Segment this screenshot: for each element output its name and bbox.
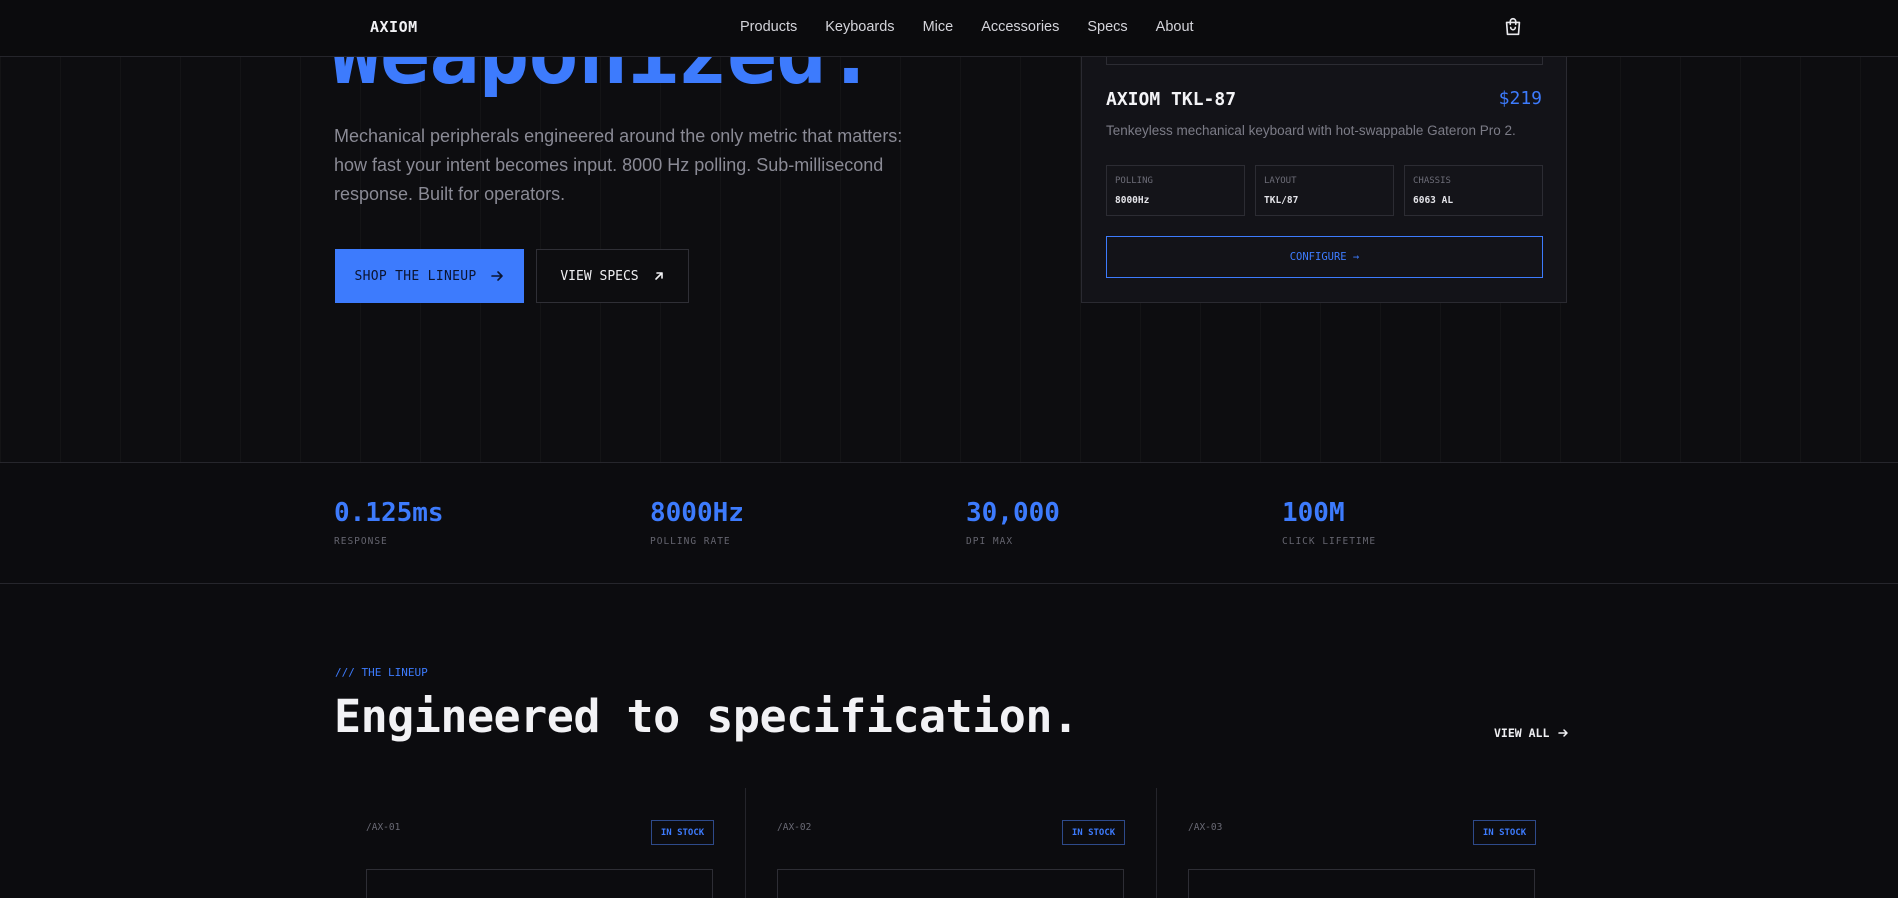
spec-label: LAYOUT xyxy=(1264,176,1297,186)
product-card[interactable]: /AX-01 IN STOCK xyxy=(334,788,746,898)
spec-layout: LAYOUT TKL/87 xyxy=(1255,165,1394,216)
stat-value: 100M xyxy=(1282,498,1345,528)
arrow-right-icon xyxy=(491,271,504,281)
view-specs-button[interactable]: VIEW SPECS xyxy=(536,249,689,303)
spec-value: TKL/87 xyxy=(1264,195,1299,206)
nav-link-keyboards[interactable]: Keyboards xyxy=(825,19,894,35)
stat-dpi-max: 30,000 DPI MAX xyxy=(966,498,1060,547)
view-all-link[interactable]: VIEW ALL xyxy=(1494,726,1569,740)
stat-click-lifetime: 100M CLICK LIFETIME xyxy=(1282,498,1376,547)
product-image-frame xyxy=(366,869,713,898)
product-image-frame xyxy=(1188,869,1535,898)
view-specs-label: VIEW SPECS xyxy=(560,268,639,284)
nav-link-accessories[interactable]: Accessories xyxy=(981,19,1059,35)
stock-badge: IN STOCK xyxy=(1473,820,1536,845)
stat-value: 8000Hz xyxy=(650,498,744,528)
spec-label: POLLING xyxy=(1115,176,1153,186)
stat-label: CLICK LIFETIME xyxy=(1282,536,1377,547)
configure-button[interactable]: CONFIGURE → xyxy=(1106,236,1543,278)
stat-label: DPI MAX xyxy=(966,536,1014,547)
nav-link-products[interactable]: Products xyxy=(740,19,797,35)
stat-label: POLLING RATE xyxy=(650,536,731,547)
nav-link-mice[interactable]: Mice xyxy=(923,19,954,35)
stat-value: 0.125ms xyxy=(334,498,444,528)
spec-value: 6063 AL xyxy=(1413,195,1454,206)
spec-value: 8000Hz xyxy=(1115,195,1150,206)
stat-polling-rate: 8000Hz POLLING RATE xyxy=(650,498,744,547)
arrow-up-right-icon xyxy=(654,272,663,280)
stat-value: 30,000 xyxy=(966,498,1060,528)
brand-logo[interactable]: AXIOM xyxy=(370,18,418,36)
stock-badge: IN STOCK xyxy=(651,820,714,845)
section-title: Engineered to specification. xyxy=(334,690,1079,743)
nav-link-about[interactable]: About xyxy=(1156,19,1194,35)
product-id: /AX-02 xyxy=(777,822,812,833)
hero-headline: Weaponized. xyxy=(330,57,876,97)
shop-lineup-button[interactable]: SHOP THE LINEUP xyxy=(335,249,524,303)
product-card[interactable]: /AX-03 IN STOCK xyxy=(1156,788,1568,898)
product-image-frame xyxy=(777,869,1124,898)
shop-lineup-label: SHOP THE LINEUP xyxy=(354,268,477,284)
section-tag: /// THE LINEUP xyxy=(335,666,428,679)
arrow-right-icon xyxy=(1558,729,1569,737)
product-description: Tenkeyless mechanical keyboard with hot-… xyxy=(1106,123,1516,138)
view-all-label: VIEW ALL xyxy=(1494,726,1550,740)
spec-chassis: CHASSIS 6063 AL xyxy=(1404,165,1543,216)
product-id: /AX-03 xyxy=(1188,822,1223,833)
nav-links: Products Keyboards Mice Accessories Spec… xyxy=(740,19,1194,35)
featured-product-card: AXIOM TKL-87 $219 Tenkeyless mechanical … xyxy=(1081,52,1567,303)
product-id: /AX-01 xyxy=(366,822,401,833)
nav-link-specs[interactable]: Specs xyxy=(1087,19,1127,35)
stat-response: 0.125ms RESPONSE xyxy=(334,498,444,547)
product-name: AXIOM TKL-87 xyxy=(1106,89,1237,110)
spec-label: CHASSIS xyxy=(1413,176,1451,186)
hero-description: Mechanical peripherals engineered around… xyxy=(334,126,903,204)
spec-polling: POLLING 8000Hz xyxy=(1106,165,1245,216)
stat-label: RESPONSE xyxy=(334,536,388,547)
hero-headline-container: Weaponized. xyxy=(330,57,950,97)
product-price: $219 xyxy=(1498,88,1542,109)
stats-bar: 0.125ms RESPONSE 8000Hz POLLING RATE 30,… xyxy=(0,462,1898,584)
shopping-bag-icon[interactable] xyxy=(1502,16,1524,38)
top-navigation: AXIOM Products Keyboards Mice Accessorie… xyxy=(0,0,1898,57)
product-card[interactable]: /AX-02 IN STOCK xyxy=(745,788,1157,898)
stock-badge: IN STOCK xyxy=(1062,820,1125,845)
